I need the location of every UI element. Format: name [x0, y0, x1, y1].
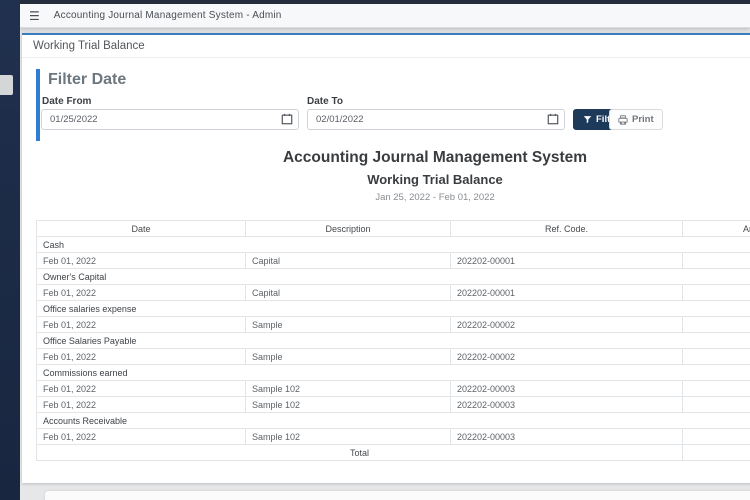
app-window: ☰ Accounting Journal Management System -… — [0, 0, 750, 500]
entry-description-cell: Capital — [245, 252, 451, 269]
sidebar-active-item[interactable] — [0, 75, 13, 95]
calendar-icon[interactable] — [547, 113, 559, 125]
entry-description-cell: Sample 102 — [245, 380, 451, 397]
trial-balance-table: Date Description Ref. Code. Amount CashF… — [36, 220, 750, 461]
table-header-row: Date Description Ref. Code. Amount — [36, 220, 750, 237]
hamburger-menu-icon[interactable]: ☰ — [29, 10, 40, 22]
print-button[interactable]: Print — [609, 109, 663, 130]
account-group-row: Office salaries expense — [36, 300, 750, 317]
entry-date-cell: Feb 01, 2022 — [36, 428, 246, 445]
account-group-row: Accounts Receivable — [36, 412, 750, 429]
filter-section-title: Filter Date — [48, 71, 127, 88]
col-header-ref-code: Ref. Code. — [450, 220, 683, 237]
account-name-cell: Accounts Receivable — [36, 412, 750, 429]
filter-accent-bar — [36, 69, 40, 141]
account-group-row: Cash — [36, 236, 750, 253]
account-name-cell: Owner's Capital — [36, 268, 750, 285]
account-group-row: Owner's Capital — [36, 268, 750, 285]
col-header-date: Date — [36, 220, 246, 237]
account-name-cell: Cash — [36, 236, 750, 253]
sidebar[interactable] — [0, 0, 20, 500]
entry-amount-cell — [682, 428, 750, 445]
topbar: ☰ Accounting Journal Management System -… — [20, 4, 750, 28]
account-group-row: Office Salaries Payable — [36, 332, 750, 349]
entry-date-cell: Feb 01, 2022 — [36, 380, 246, 397]
card-header: Working Trial Balance — [22, 35, 750, 58]
entry-description-cell: Sample 102 — [245, 428, 451, 445]
entry-ref-code-cell: 202202-00002 — [450, 316, 683, 333]
entry-ref-code-cell: 202202-00001 — [450, 252, 683, 269]
entry-date-cell: Feb 01, 2022 — [36, 284, 246, 301]
entry-description-cell: Sample — [245, 348, 451, 365]
total-amount-cell — [682, 444, 750, 461]
date-from-label: Date From — [42, 96, 92, 107]
account-name-cell: Commissions earned — [36, 364, 750, 381]
entry-row: Feb 01, 2022 Capital 202202-00001 — [36, 284, 750, 301]
account-name-cell: Office salaries expense — [36, 300, 750, 317]
entry-amount-cell — [682, 396, 750, 413]
report-date-range: Jan 25, 2022 - Feb 01, 2022 — [375, 192, 495, 203]
date-to-input[interactable] — [307, 109, 565, 130]
entry-date-cell: Feb 01, 2022 — [36, 348, 246, 365]
topbar-title: Accounting Journal Management System - A… — [53, 10, 282, 21]
date-from-input[interactable] — [41, 109, 299, 130]
entry-amount-cell — [682, 284, 750, 301]
entry-amount-cell — [682, 252, 750, 269]
report-title: Accounting Journal Management System — [282, 149, 588, 166]
entry-ref-code-cell: 202202-00001 — [450, 284, 683, 301]
next-card-edge — [45, 491, 750, 500]
entry-row: Feb 01, 2022 Sample 102 202202-00003 — [36, 428, 750, 445]
window-top-strip — [0, 0, 750, 4]
date-to-label: Date To — [307, 96, 343, 107]
entry-ref-code-cell: 202202-00003 — [450, 380, 683, 397]
entry-date-cell: Feb 01, 2022 — [36, 252, 246, 269]
entry-date-cell: Feb 01, 2022 — [36, 316, 246, 333]
entry-ref-code-cell: 202202-00002 — [450, 348, 683, 365]
total-label-cell: Total — [36, 444, 683, 461]
account-name-cell: Office Salaries Payable — [36, 332, 750, 349]
entry-amount-cell — [682, 380, 750, 397]
col-header-description: Description — [245, 220, 451, 237]
entry-row: Feb 01, 2022 Capital 202202-00001 — [36, 252, 750, 269]
entry-ref-code-cell: 202202-00003 — [450, 396, 683, 413]
calendar-icon[interactable] — [281, 113, 293, 125]
report-subtitle: Working Trial Balance — [367, 172, 503, 187]
funnel-icon — [583, 116, 592, 124]
print-button-label: Print — [632, 114, 654, 125]
entry-row: Feb 01, 2022 Sample 202202-00002 — [36, 348, 750, 365]
entry-description-cell: Sample — [245, 316, 451, 333]
entry-amount-cell — [682, 316, 750, 333]
total-row: Total — [36, 444, 750, 461]
entry-row: Feb 01, 2022 Sample 102 202202-00003 — [36, 380, 750, 397]
entry-row: Feb 01, 2022 Sample 102 202202-00003 — [36, 396, 750, 413]
card-header-title: Working Trial Balance — [33, 40, 145, 52]
entry-description-cell: Capital — [245, 284, 451, 301]
working-trial-balance-card: Working Trial Balance Filter Date Date F… — [22, 33, 750, 483]
entry-ref-code-cell: 202202-00003 — [450, 428, 683, 445]
entry-amount-cell — [682, 348, 750, 365]
printer-icon — [618, 114, 628, 125]
date-to-wrapper — [307, 109, 565, 130]
account-group-row: Commissions earned — [36, 364, 750, 381]
entry-row: Feb 01, 2022 Sample 202202-00002 — [36, 316, 750, 333]
col-header-amount: Amount — [682, 220, 750, 237]
date-from-wrapper — [41, 109, 299, 130]
trial-balance-table-wrapper: Date Description Ref. Code. Amount CashF… — [36, 220, 750, 461]
report-table-body: Cash Feb 01, 2022 Capital 202202-00001 Owner… — [36, 236, 750, 461]
entry-description-cell: Sample 102 — [245, 396, 451, 413]
entry-date-cell: Feb 01, 2022 — [36, 396, 246, 413]
